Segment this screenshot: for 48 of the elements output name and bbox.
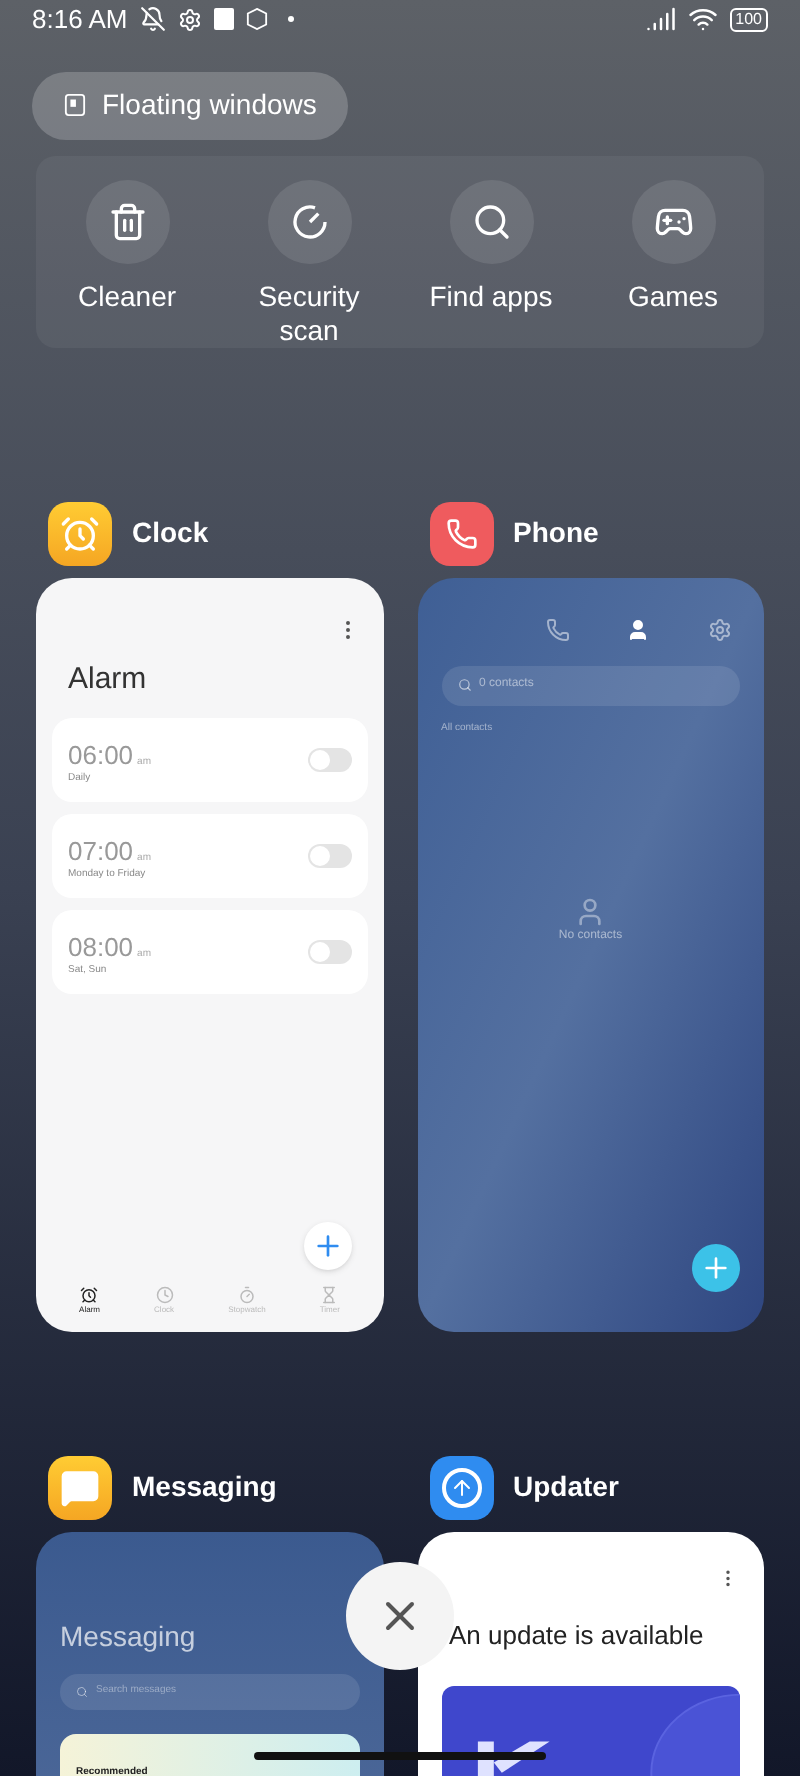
clock-app-icon[interactable] — [48, 501, 112, 565]
alarm-time: 07:00 — [68, 833, 134, 868]
search-icon — [471, 201, 511, 241]
quick-action[interactable]: Cleaner — [36, 179, 218, 347]
window-icon — [64, 94, 86, 116]
quick-action[interactable]: Find apps — [400, 179, 582, 347]
square-icon — [213, 8, 234, 31]
plus-icon — [311, 1229, 343, 1261]
wifi-icon — [687, 4, 718, 35]
phone-tab-icon[interactable] — [545, 617, 569, 641]
bell-off-icon — [139, 6, 166, 33]
battery-icon: 100 — [729, 7, 768, 32]
app-name: Updater — [513, 1468, 619, 1506]
updater-preview[interactable]: An update is available — [417, 1531, 764, 1776]
app-name: Clock — [132, 514, 209, 552]
quick-action[interactable]: Security scan — [218, 179, 400, 347]
person-icon — [574, 896, 607, 928]
tab-icon — [80, 1285, 99, 1303]
quick-action[interactable]: Games — [582, 179, 764, 347]
alarm-time: 06:00 — [68, 737, 134, 773]
status-time: 8:16 AM — [32, 2, 128, 38]
alarm-switch[interactable] — [307, 940, 351, 964]
app-name: Messaging — [132, 1468, 277, 1506]
app-name: Phone — [513, 514, 599, 552]
messaging-title: Messaging — [60, 1617, 198, 1656]
update-title: An update is available — [447, 1617, 706, 1654]
gear-icon — [177, 7, 202, 32]
chat-app-icon[interactable] — [48, 1455, 112, 1519]
alarm-switch[interactable] — [307, 844, 351, 868]
hexagon-icon — [245, 8, 268, 31]
alarm-title: Alarm — [66, 659, 149, 699]
tab-icon — [155, 1285, 174, 1303]
tab-icon — [320, 1285, 339, 1303]
settings-icon[interactable] — [708, 617, 732, 641]
signal-icon — [645, 4, 676, 35]
search-icon — [457, 678, 471, 692]
tab-icon — [237, 1285, 256, 1303]
plus-icon — [700, 1251, 732, 1283]
search-icon — [76, 1685, 88, 1697]
person-tab-icon[interactable] — [626, 617, 651, 641]
add-button[interactable] — [692, 1243, 740, 1291]
upload-app-icon[interactable] — [429, 1455, 493, 1519]
gauge-icon — [289, 201, 329, 241]
floating-windows-button[interactable]: Floating windows — [32, 71, 349, 139]
trash-icon — [107, 201, 147, 241]
alarm-switch[interactable] — [307, 748, 351, 772]
alarm-time: 08:00 — [68, 929, 134, 965]
phone-app-icon[interactable] — [429, 501, 493, 565]
